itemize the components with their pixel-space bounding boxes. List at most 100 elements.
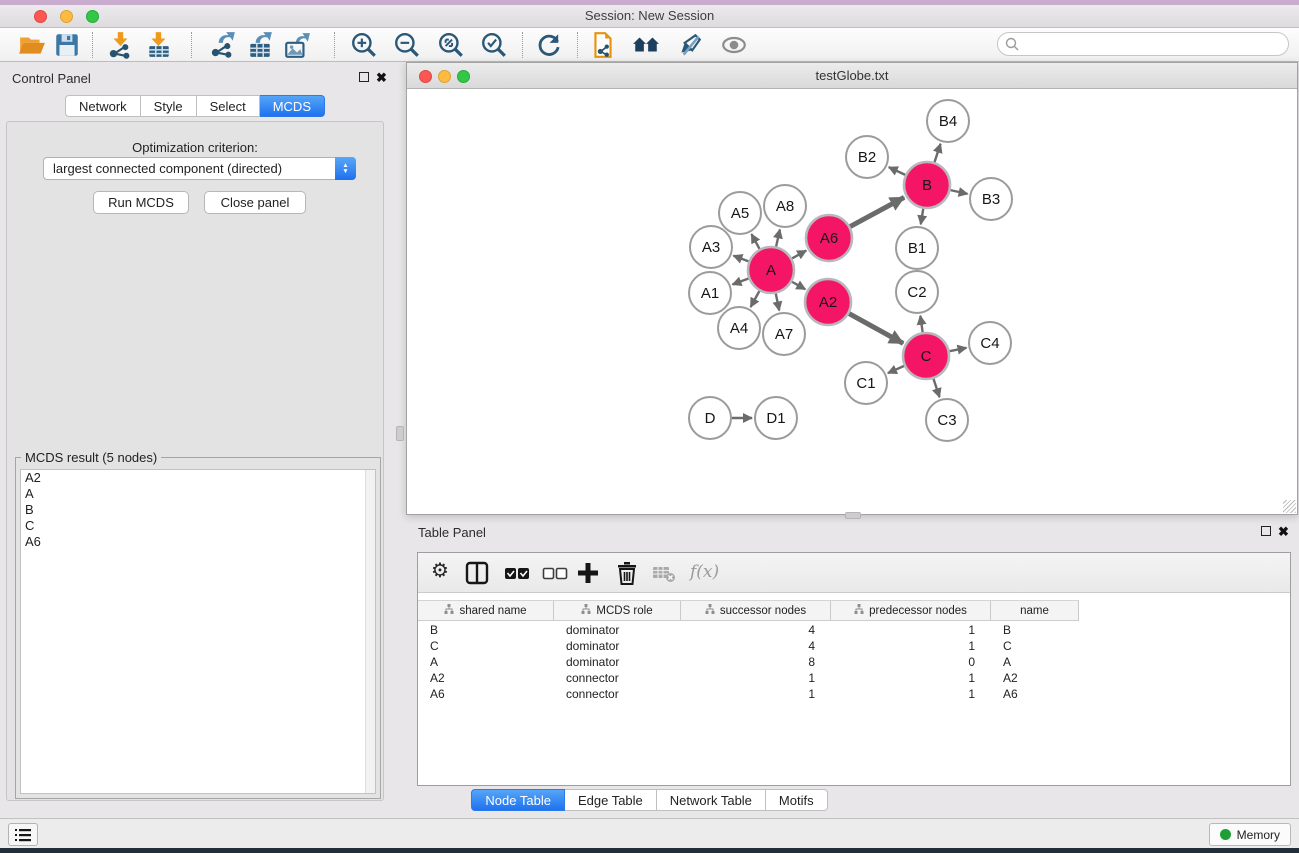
export-network-icon[interactable] bbox=[209, 31, 237, 59]
cell-MCDS-role[interactable]: dominator bbox=[554, 622, 681, 638]
edge-B-B4[interactable] bbox=[934, 144, 940, 162]
cell-shared-name[interactable]: C bbox=[418, 638, 554, 654]
tab-network[interactable]: Network bbox=[65, 95, 141, 117]
resize-grip-icon[interactable] bbox=[1283, 500, 1296, 513]
cell-MCDS-role[interactable]: connector bbox=[554, 686, 681, 702]
task-list-button[interactable] bbox=[8, 823, 38, 846]
mcds-result-item[interactable]: A6 bbox=[21, 534, 375, 550]
node-B[interactable]: B bbox=[904, 162, 950, 208]
edge-C-C4[interactable] bbox=[950, 348, 967, 351]
column-header-name[interactable]: name bbox=[991, 601, 1079, 620]
edge-C-C1[interactable] bbox=[888, 366, 904, 373]
export-image-icon[interactable] bbox=[283, 31, 311, 59]
node-C3[interactable]: C3 bbox=[926, 399, 968, 441]
memory-button[interactable]: Memory bbox=[1209, 823, 1291, 846]
network-graph[interactable]: B4B2BB3A5A8A6A3B1AA1C2A2A4A7C4CC1C3DD1 bbox=[407, 90, 1297, 514]
node-A4[interactable]: A4 bbox=[718, 307, 760, 349]
eye-icon[interactable] bbox=[720, 31, 748, 59]
table-panel-float-icon[interactable] bbox=[1261, 526, 1271, 536]
edge-C-C2[interactable] bbox=[920, 316, 922, 332]
control-panel-float-icon[interactable] bbox=[359, 72, 369, 82]
node-C[interactable]: C bbox=[903, 333, 949, 379]
edge-A-A5[interactable] bbox=[751, 234, 759, 249]
cell-MCDS-role[interactable]: dominator bbox=[554, 654, 681, 670]
zoom-traffic-light[interactable] bbox=[86, 10, 99, 23]
add-column-icon[interactable] bbox=[575, 560, 601, 586]
cell-MCDS-role[interactable]: dominator bbox=[554, 638, 681, 654]
node-C1[interactable]: C1 bbox=[845, 362, 887, 404]
table-row[interactable]: Bdominator41B bbox=[418, 622, 1290, 638]
search-input[interactable] bbox=[1019, 34, 1288, 54]
node-B1[interactable]: B1 bbox=[896, 227, 938, 269]
node-A7[interactable]: A7 bbox=[763, 313, 805, 355]
cell-name[interactable]: A2 bbox=[991, 670, 1079, 686]
cell-MCDS-role[interactable]: connector bbox=[554, 670, 681, 686]
select-all-icon[interactable] bbox=[504, 560, 530, 586]
cell-name[interactable]: B bbox=[991, 622, 1079, 638]
edge-A-A6[interactable] bbox=[792, 251, 806, 259]
clone-network-icon[interactable] bbox=[589, 31, 617, 59]
tab-edge-table[interactable]: Edge Table bbox=[565, 789, 657, 811]
cell-successor-nodes[interactable]: 4 bbox=[681, 622, 831, 638]
cell-successor-nodes[interactable]: 1 bbox=[681, 670, 831, 686]
node-D1[interactable]: D1 bbox=[755, 397, 797, 439]
cell-name[interactable]: C bbox=[991, 638, 1079, 654]
cell-predecessor-nodes[interactable]: 1 bbox=[831, 638, 991, 654]
node-B3[interactable]: B3 bbox=[970, 178, 1012, 220]
run-mcds-button[interactable]: Run MCDS bbox=[93, 191, 189, 214]
column-header-predecessor-nodes[interactable]: predecessor nodes bbox=[831, 601, 991, 620]
zoom-fit-icon[interactable] bbox=[437, 31, 465, 59]
mcds-result-item[interactable]: B bbox=[21, 502, 375, 518]
cell-successor-nodes[interactable]: 8 bbox=[681, 654, 831, 670]
cell-predecessor-nodes[interactable]: 1 bbox=[831, 622, 991, 638]
node-A3[interactable]: A3 bbox=[690, 226, 732, 268]
cell-predecessor-nodes[interactable]: 1 bbox=[831, 670, 991, 686]
node-A5[interactable]: A5 bbox=[719, 192, 761, 234]
split-panel-icon[interactable] bbox=[464, 560, 490, 586]
edge-C-C3[interactable] bbox=[933, 379, 939, 397]
edge-A-A3[interactable] bbox=[733, 256, 748, 262]
vertical-split-handle[interactable] bbox=[396, 426, 404, 441]
zoom-out-icon[interactable] bbox=[393, 31, 421, 59]
search-field[interactable] bbox=[997, 32, 1289, 56]
import-table-icon[interactable] bbox=[145, 31, 173, 59]
node-C2[interactable]: C2 bbox=[896, 271, 938, 313]
table-panel-close-icon[interactable]: ✖ bbox=[1278, 526, 1289, 538]
node-A6[interactable]: A6 bbox=[806, 215, 852, 261]
edge-A-A7[interactable] bbox=[776, 294, 779, 311]
close-panel-button[interactable]: Close panel bbox=[204, 191, 306, 214]
table-row[interactable]: A6connector11A6 bbox=[418, 686, 1290, 702]
cell-predecessor-nodes[interactable]: 0 bbox=[831, 654, 991, 670]
node-A[interactable]: A bbox=[748, 247, 794, 293]
edge-A-A8[interactable] bbox=[776, 229, 780, 246]
mcds-result-item[interactable]: A bbox=[21, 486, 375, 502]
minimize-traffic-light[interactable] bbox=[438, 70, 451, 83]
optimization-criterion-select[interactable]: largest connected component (directed) ▲… bbox=[43, 157, 356, 180]
cell-shared-name[interactable]: A bbox=[418, 654, 554, 670]
edge-A-A4[interactable] bbox=[751, 291, 760, 307]
save-session-icon[interactable] bbox=[53, 31, 81, 59]
node-C4[interactable]: C4 bbox=[969, 322, 1011, 364]
mcds-result-item[interactable]: A2 bbox=[21, 470, 375, 486]
tab-mcds[interactable]: MCDS bbox=[260, 95, 325, 117]
settings-gear-icon[interactable]: ⚙ bbox=[427, 558, 453, 584]
edge-A-A2[interactable] bbox=[792, 282, 805, 290]
export-table-icon[interactable] bbox=[246, 31, 274, 59]
cell-predecessor-nodes[interactable]: 1 bbox=[831, 686, 991, 702]
cell-name[interactable]: A6 bbox=[991, 686, 1079, 702]
column-header-shared-name[interactable]: shared name bbox=[418, 601, 554, 620]
network-canvas[interactable]: B4B2BB3A5A8A6A3B1AA1C2A2A4A7C4CC1C3DD1 bbox=[407, 90, 1297, 519]
network-window-titlebar[interactable]: testGlobe.txt bbox=[407, 63, 1297, 89]
zoom-in-icon[interactable] bbox=[350, 31, 378, 59]
cell-shared-name[interactable]: B bbox=[418, 622, 554, 638]
edge-B-B3[interactable] bbox=[950, 190, 967, 194]
tab-select[interactable]: Select bbox=[197, 95, 260, 117]
edge-A6-B[interactable] bbox=[850, 197, 904, 226]
node-B4[interactable]: B4 bbox=[927, 100, 969, 142]
cell-successor-nodes[interactable]: 4 bbox=[681, 638, 831, 654]
cell-successor-nodes[interactable]: 1 bbox=[681, 686, 831, 702]
cell-shared-name[interactable]: A2 bbox=[418, 670, 554, 686]
minimize-traffic-light[interactable] bbox=[60, 10, 73, 23]
cell-name[interactable]: A bbox=[991, 654, 1079, 670]
close-traffic-light[interactable] bbox=[34, 10, 47, 23]
